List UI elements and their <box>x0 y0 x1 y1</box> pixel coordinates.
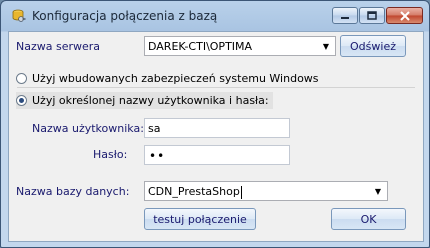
window-title: Konfiguracja połączenia z bazą <box>32 9 218 23</box>
username-value: sa <box>148 122 161 135</box>
radio-windows-auth[interactable]: Użyj wbudowanych zabezpieczeń systemu Wi… <box>16 70 319 87</box>
minimize-icon <box>333 8 357 23</box>
password-input[interactable]: •• <box>144 145 290 165</box>
server-name-combobox[interactable]: DAREK-CTI\OPTIMA ▼ <box>144 36 336 56</box>
username-input[interactable]: sa <box>144 118 290 138</box>
close-button[interactable] <box>386 7 423 24</box>
chevron-down-icon[interactable]: ▼ <box>370 183 386 199</box>
database-key-icon <box>12 9 26 22</box>
dialog-window: Konfiguracja połączenia z bazą Nazwa ser… <box>0 0 430 248</box>
radio-custom-auth-label: Użyj określonej nazwy użytkownika i hasł… <box>32 94 269 107</box>
maximize-icon <box>360 8 384 23</box>
title-bar[interactable]: Konfiguracja połączenia z bazą <box>1 1 429 31</box>
minimize-button[interactable] <box>332 7 358 24</box>
refresh-button[interactable]: Odśwież <box>340 35 406 57</box>
database-name-combobox[interactable]: CDN_PrestaShop ▼ <box>144 181 388 201</box>
text-cursor <box>240 185 242 199</box>
database-name-text: CDN_PrestaShop <box>148 185 240 198</box>
dialog-content: Nazwa serwera DAREK-CTI\OPTIMA ▼ Odśwież… <box>8 31 424 242</box>
radio-dot <box>19 98 24 103</box>
username-label: Nazwa użytkownika: <box>32 122 144 135</box>
password-masked-value: •• <box>149 149 166 163</box>
ok-button[interactable]: OK <box>331 208 406 230</box>
radio-circle[interactable] <box>16 73 27 84</box>
server-name-label: Nazwa serwera <box>16 40 101 53</box>
database-name-label: Nazwa bazy danych: <box>16 185 130 198</box>
password-label: Hasło: <box>93 148 128 161</box>
chevron-down-icon[interactable]: ▼ <box>318 38 334 54</box>
maximize-button[interactable] <box>359 7 385 24</box>
divider <box>17 87 415 88</box>
database-name-value: CDN_PrestaShop <box>148 185 242 199</box>
test-connection-button[interactable]: testuj połączenie <box>144 208 256 230</box>
close-icon <box>387 8 422 23</box>
radio-windows-auth-label: Użyj wbudowanych zabezpieczeń systemu Wi… <box>32 72 319 85</box>
radio-circle-selected[interactable] <box>16 95 27 106</box>
server-name-value: DAREK-CTI\OPTIMA <box>148 40 253 53</box>
radio-custom-auth[interactable]: Użyj określonej nazwy użytkownika i hasł… <box>16 92 273 109</box>
